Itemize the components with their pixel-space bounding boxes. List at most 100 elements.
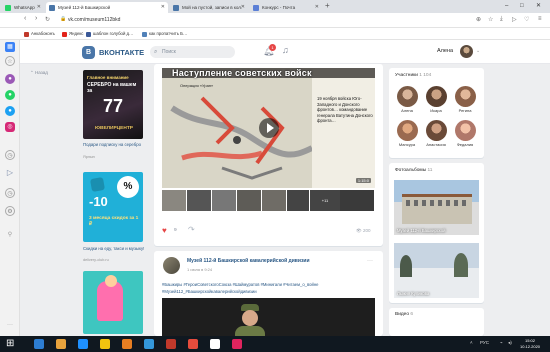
member-card[interactable]: Федалия [453,120,477,147]
members-header[interactable]: Участники 1 104 [395,73,431,78]
member-card[interactable]: Мансура [395,120,419,147]
video-header[interactable]: Видео 6 [395,312,413,317]
clock-icon[interactable]: ◷ [5,188,15,198]
music-icon[interactable]: ♫ [282,45,289,55]
tray-arrow-icon[interactable]: ˄ [470,340,473,345]
language-indicator[interactable]: РУС [480,340,489,345]
bookmark-item[interactable]: как пропатчить Б… [142,30,187,38]
star-icon[interactable]: ☆ [5,56,15,66]
windows-taskbar: ⊞ ˄ РУС ⌁ ◂) 15:02 10.12.2020 [0,336,550,352]
back-link[interactable]: ⌃ Назад [30,70,48,76]
forward-arrow-icon[interactable]: › [35,15,37,22]
post-time[interactable]: 1 июля в 9:24 [187,267,212,272]
app-icon[interactable] [166,339,176,349]
extension-icon[interactable]: ⊕ [476,16,481,23]
app-icon[interactable] [144,339,154,349]
bookmark-item[interactable]: Анкабоконъ [24,30,55,38]
ad-banner-silver[interactable]: Главное внимание СЕРЕБРО на вашем за 77 … [83,70,143,139]
like-heart-icon[interactable]: ♥ [162,226,167,235]
play-button[interactable] [259,118,279,138]
download-icon[interactable]: ⤓ [500,16,503,23]
vk-logo-icon[interactable]: В [82,46,95,59]
instagram-icon[interactable]: ◎ [5,122,15,132]
explorer-icon[interactable] [100,339,110,349]
app-icon[interactable] [210,339,220,349]
more-icon[interactable]: ··· [5,320,15,330]
telegram-icon[interactable]: ● [5,106,15,116]
network-icon[interactable]: ⌁ [500,340,503,346]
tab-whatsapp[interactable]: WhatsApp ✕ [2,2,44,13]
member-card[interactable]: Регина [453,86,477,113]
photo-thumbnail[interactable] [340,190,375,211]
share-icon[interactable]: ↷ [188,225,195,234]
video-player[interactable] [162,298,375,336]
windows-start-icon[interactable]: ⊞ [6,339,14,349]
member-card[interactable]: Икара [424,86,448,113]
ad-title[interactable]: Подари подписку на серебро [83,142,145,148]
vk-brand[interactable]: ВКОНТАКТЕ [99,48,144,57]
face-illustration [105,275,117,287]
url-input[interactable]: vk.com/museum112bkd [68,16,448,25]
whatsapp-icon[interactable]: ● [5,90,15,100]
post-author[interactable]: Музей 112-й Башкирской кавалерийской див… [187,258,310,264]
close-tab-icon[interactable]: ✕ [161,2,165,13]
search-input[interactable]: ⌕ Поиск [150,46,235,58]
video-player[interactable]: Наступление советских войск Операция «Ур… [162,68,375,188]
back-arrow-icon[interactable]: ‹ [24,15,26,22]
minimize-button[interactable]: – [505,0,508,13]
photo-thumbnail[interactable] [262,190,287,211]
app-icon[interactable] [232,339,242,349]
albums-header[interactable]: Фотоальбомы 11 [395,168,432,173]
new-tab-button[interactable]: + [325,1,330,10]
pin-icon[interactable]: ⚲ [5,230,15,240]
ad-banner-discount[interactable]: % -10 3 месяца скидок за 1 ₽ [83,172,143,242]
more-photos-count[interactable]: +11 [310,190,340,211]
close-window-button[interactable]: ✕ [536,0,541,13]
store-icon[interactable] [122,339,132,349]
post-hashtags[interactable]: #Башкиры #ГероиСоветскогоСоюза #Шаймурат… [162,281,372,295]
avatar[interactable] [460,45,473,58]
avatar[interactable] [163,257,180,274]
menu-icon[interactable]: ≡ [538,16,542,22]
member-card[interactable]: Анастасия [424,120,448,147]
bookmark-star-icon[interactable]: ☆ [488,16,493,23]
ad-title[interactable]: Скидки на еду, такси и музыку! [83,246,145,252]
chevron-down-icon[interactable]: ⌄ [476,48,480,54]
player-icon[interactable]: ▷ [5,168,15,178]
photo-thumbnail[interactable] [237,190,262,211]
tab-vk-2[interactable]: Мой на пустой, записи в кол. ✕ [170,2,248,13]
photo-thumbnail[interactable] [287,190,310,211]
close-tab-icon[interactable]: ✕ [37,2,41,13]
messenger-icon[interactable]: ● [5,74,15,84]
album-cover[interactable]: Музей 112-й Башкирской [394,180,479,235]
speed-dial-icon[interactable]: ▦ [5,42,15,52]
search-icon[interactable] [34,339,44,349]
task-view-icon[interactable] [56,339,66,349]
bookmark-item[interactable]: Яндекс [62,30,83,38]
clock[interactable]: 15:02 10.12.2020 [520,338,540,349]
photo-thumbnail[interactable] [162,190,187,211]
reload-icon[interactable]: ↻ [45,16,50,23]
edge-icon[interactable] [78,339,88,349]
tab-museum-vk[interactable]: Музей 112-й Башкирской ✕ [46,2,168,13]
more-options-icon[interactable]: ··· [367,258,373,264]
ad-source[interactable]: delivery-club.ru [83,258,109,262]
maximize-button[interactable]: □ [520,0,524,13]
user-name[interactable]: Алена [437,48,453,54]
close-tab-icon[interactable]: ✕ [241,2,245,13]
opera-icon[interactable] [188,339,198,349]
bookmark-item[interactable]: шаблон голубой д… [86,30,133,38]
play-icon[interactable]: ▷ [512,16,517,23]
photo-thumbnail[interactable] [212,190,237,211]
tab-mail[interactable]: Конкурс - Почта ✕ [250,2,322,13]
ad-banner-food[interactable] [83,271,143,334]
member-card[interactable]: Алена [395,86,419,113]
album-cover[interactable]: Лыжня Куликова [394,243,479,298]
ad-source[interactable]: Ярлын [83,155,95,159]
history-icon[interactable]: ◷ [5,150,15,160]
volume-icon[interactable]: ◂) [508,340,512,346]
heart-icon[interactable]: ♡ [524,16,529,23]
photo-thumbnail[interactable] [187,190,212,211]
close-tab-icon[interactable]: ✕ [315,2,319,13]
settings-icon[interactable]: ⚙ [5,206,15,216]
